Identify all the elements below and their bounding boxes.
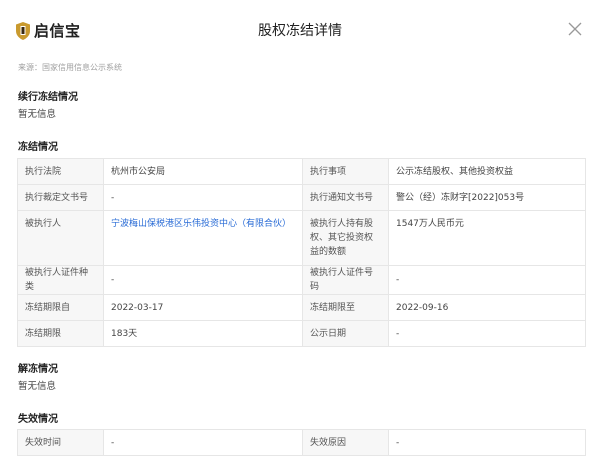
freeze-label: 冻结期限自 (17, 294, 104, 321)
freeze-value: 183天 (103, 320, 303, 347)
freeze-value: 杭州市公安局 (103, 158, 303, 185)
unfreeze-empty: 暂无信息 (18, 381, 57, 392)
table-row: 被执行人证件种类 - 被执行人证件号码 - (17, 265, 586, 295)
continue-freeze-empty: 暂无信息 (18, 109, 57, 120)
freeze-label: 执行通知文书号 (302, 184, 389, 211)
table-row: 冻结期限自 2022-03-17 冻结期限至 2022-09-16 (17, 294, 586, 321)
unfreeze-title: 解冻情况 (18, 364, 58, 375)
freeze-value: 1547万人民币元 (388, 210, 586, 266)
close-icon[interactable] (568, 22, 582, 36)
freeze-label: 冻结期限 (17, 320, 104, 347)
source-text: 来源：国家信用信息公示系统 (18, 63, 122, 72)
freeze-title: 冻结情况 (18, 142, 58, 153)
freeze-label: 执行法院 (17, 158, 104, 185)
invalid-title: 失效情况 (18, 414, 58, 425)
table-row: 被执行人 宁波梅山保税港区乐伟投资中心（有限合伙） 被执行人持有股权、其它投资权… (17, 210, 586, 266)
invalid-table: 失效时间 - 失效原因 - (17, 429, 586, 456)
freeze-value: 2022-09-16 (388, 294, 586, 321)
freeze-value: - (103, 265, 303, 295)
table-row: 执行法院 杭州市公安局 执行事项 公示冻结股权、其他投资权益 (17, 158, 586, 185)
table-row: 执行裁定文书号 - 执行通知文书号 警公（经）冻财字[2022]053号 (17, 184, 586, 211)
continue-freeze-title: 续行冻结情况 (18, 92, 78, 103)
freeze-value: 公示冻结股权、其他投资权益 (388, 158, 586, 185)
freeze-value: - (103, 184, 303, 211)
freeze-value: 警公（经）冻财字[2022]053号 (388, 184, 586, 211)
freeze-label: 执行事项 (302, 158, 389, 185)
freeze-value: 宁波梅山保税港区乐伟投资中心（有限合伙） (103, 210, 303, 266)
freeze-label: 被执行人证件种类 (17, 265, 104, 295)
freeze-label: 被执行人证件号码 (302, 265, 389, 295)
freeze-label: 公示日期 (302, 320, 389, 347)
invalid-value: - (388, 429, 586, 456)
table-row: 失效时间 - 失效原因 - (17, 429, 586, 456)
invalid-value: - (103, 429, 303, 456)
page-title: 股权冻结详情 (258, 23, 342, 39)
freeze-label: 冻结期限至 (302, 294, 389, 321)
freeze-table: 执行法院 杭州市公安局 执行事项 公示冻结股权、其他投资权益 执行裁定文书号 -… (17, 158, 586, 347)
freeze-label: 执行裁定文书号 (17, 184, 104, 211)
invalid-label: 失效时间 (17, 429, 104, 456)
page-header: 启信宝 股权冻结详情 (0, 0, 600, 60)
invalid-label: 失效原因 (302, 429, 389, 456)
executed-party-link[interactable]: 宁波梅山保税港区乐伟投资中心（有限合伙） (111, 219, 291, 229)
table-row: 冻结期限 183天 公示日期 - (17, 320, 586, 347)
freeze-value: 2022-03-17 (103, 294, 303, 321)
freeze-value: - (388, 265, 586, 295)
freeze-label: 被执行人 (17, 210, 104, 266)
freeze-label: 被执行人持有股权、其它投资权益的数额 (302, 210, 389, 266)
freeze-value: - (388, 320, 586, 347)
